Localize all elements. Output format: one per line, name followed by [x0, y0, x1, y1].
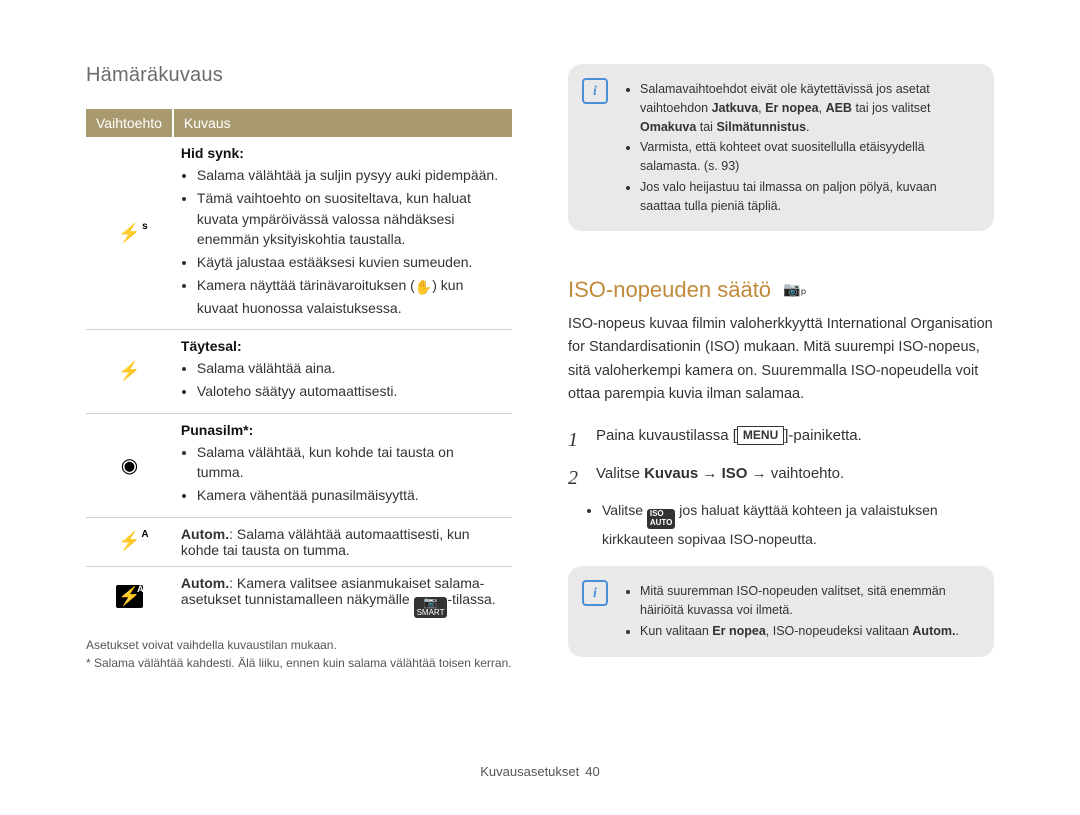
table-row: ⚡ Hid synk: Salama välähtää ja suljin py… — [86, 137, 512, 330]
flash-options-table: Vaihtoehto Kuvaus ⚡ Hid synk: Salama väl… — [86, 109, 512, 626]
menu-button-label: MENU — [737, 426, 784, 445]
step-1: 1 Paina kuvaustilassa [MENU]-painiketta. — [568, 424, 994, 456]
table-row: ◉ Punasilm*: Salama välähtää, kun kohde … — [86, 413, 512, 517]
row-desc: Hid synk: Salama välähtää ja suljin pysy… — [173, 137, 512, 330]
row-desc: Autom.: Salama välähtää automaattisesti,… — [173, 517, 512, 566]
iso-auto-icon: ISOAUTO — [647, 509, 676, 529]
note-icon: i — [582, 580, 608, 606]
red-eye-icon: ◉ — [86, 413, 173, 517]
table-row: ⚡ Autom.: Kamera valitsee asianmukaiset … — [86, 566, 512, 626]
right-column: i Salamavaihtoehdot eivät ole käytettävi… — [568, 64, 994, 672]
iso-paragraph: ISO-nopeus kuvaa filmin valoherkkyyttä I… — [568, 313, 994, 406]
note-icon: i — [582, 78, 608, 104]
table-row: ⚡ Täytesal: Salama välähtää aina. Valote… — [86, 330, 512, 414]
row-desc: Täytesal: Salama välähtää aina. Valoteho… — [173, 330, 512, 414]
note-box-2: i Mitä suuremman ISO-nopeuden valitset, … — [568, 566, 994, 656]
page-content: Hämäräkuvaus Vaihtoehto Kuvaus ⚡ Hid syn… — [0, 0, 1080, 672]
table-row: ⚡ Autom.: Salama välähtää automaattisest… — [86, 517, 512, 566]
flash-auto-smart-icon: ⚡ — [86, 566, 173, 626]
col-option-header: Vaihtoehto — [86, 109, 173, 137]
step-2: 2 Valitse Kuvaus → ISO → vaihtoehto. — [568, 462, 994, 494]
hand-shake-icon: ✋ — [415, 277, 432, 297]
col-desc-header: Kuvaus — [173, 109, 512, 137]
row-desc: Autom.: Kamera valitsee asianmukaiset sa… — [173, 566, 512, 626]
flash-fill-icon: ⚡ — [86, 330, 173, 414]
flash-auto-icon: ⚡ — [86, 517, 173, 566]
mode-p-icon: 📷ₚ — [783, 281, 806, 298]
row-desc: Punasilm*: Salama välähtää, kun kohde ta… — [173, 413, 512, 517]
smart-auto-icon: 📷SMART — [414, 597, 448, 618]
flash-slow-sync-icon: ⚡ — [86, 137, 173, 330]
table-footnotes: Asetukset voivat vaihdella kuvaustilan m… — [86, 636, 512, 672]
section-title: ISO-nopeuden säätö 📷ₚ — [568, 277, 994, 303]
chapter-title: Hämäräkuvaus — [86, 64, 512, 87]
page-footer: Kuvausasetukset40 — [0, 764, 1080, 779]
step-2-sub: Valitse ISOAUTO jos haluat käyttää kohte… — [568, 500, 994, 550]
note-box-1: i Salamavaihtoehdot eivät ole käytettävi… — [568, 64, 994, 231]
left-column: Hämäräkuvaus Vaihtoehto Kuvaus ⚡ Hid syn… — [86, 64, 512, 672]
